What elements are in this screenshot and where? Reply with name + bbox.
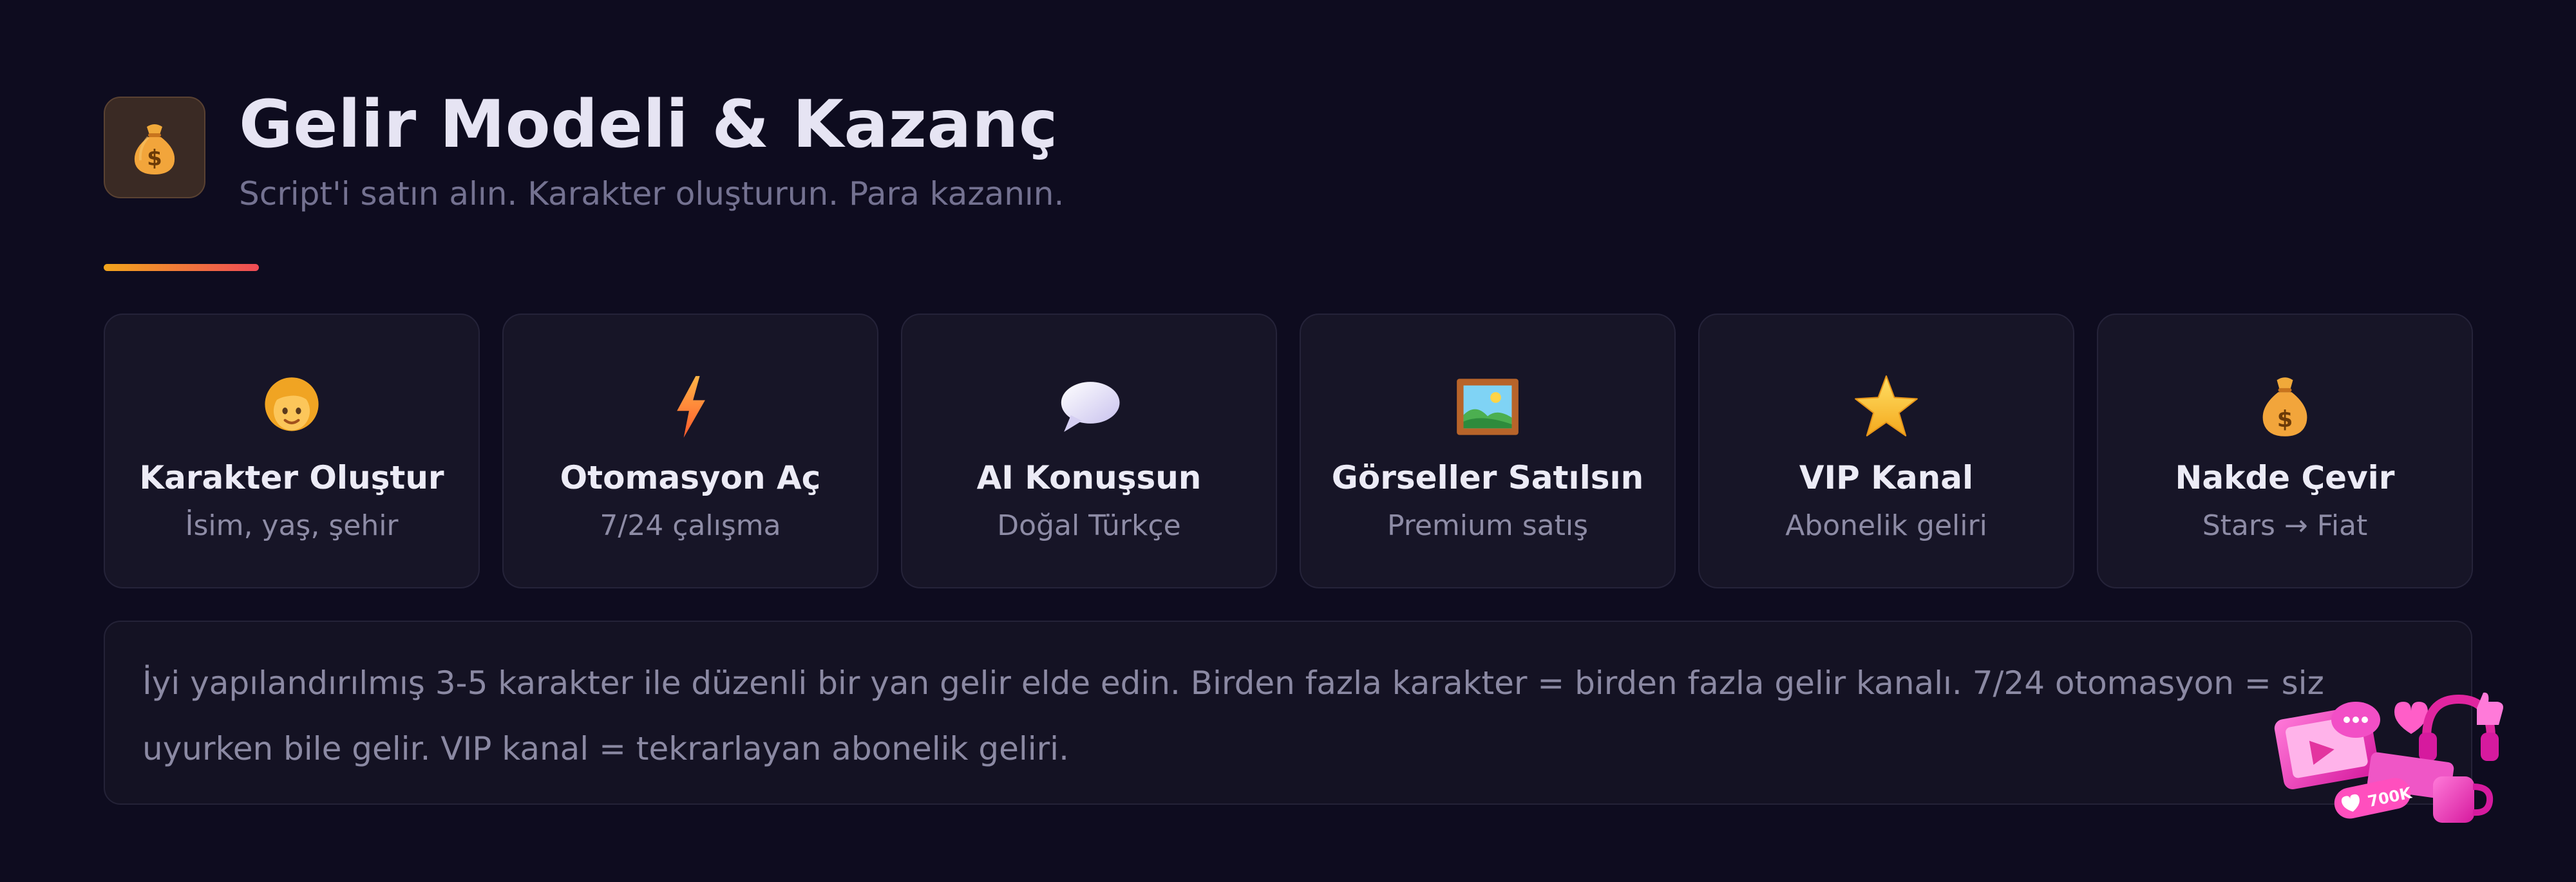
social-media-sticker-icon: 700K <box>2272 686 2510 834</box>
card-gorseller-satilsin: Görseller Satılsın Premium satış <box>1300 314 1676 588</box>
card-subtitle: 7/24 çalışma <box>600 509 781 542</box>
card-title: Otomasyon Aç <box>560 459 821 496</box>
accent-divider <box>104 264 259 271</box>
lightning-icon <box>504 371 877 442</box>
card-subtitle: Stars → Fiat <box>2202 509 2368 542</box>
card-title: AI Konuşsun <box>976 459 1202 496</box>
svg-text:$: $ <box>147 145 162 171</box>
feature-cards: Karakter Oluştur İsim, yaş, şehir Otomas… <box>104 314 2473 588</box>
card-nakde-cevir: $ Nakde Çevir Stars → Fiat <box>2097 314 2473 588</box>
woman-face-icon <box>105 371 478 442</box>
money-bag-icon: $ <box>104 97 205 198</box>
money-bag-icon: $ <box>2098 371 2472 442</box>
card-subtitle: Premium satış <box>1387 509 1589 542</box>
card-vip-kanal: VIP Kanal Abonelik geliri <box>1698 314 2074 588</box>
card-title: Nakde Çevir <box>2175 459 2395 496</box>
card-otomasyon-ac: Otomasyon Aç 7/24 çalışma <box>502 314 878 588</box>
info-note: İyi yapılandırılmış 3-5 karakter ile düz… <box>104 621 2472 805</box>
svg-text:$: $ <box>2277 406 2293 433</box>
card-subtitle: Doğal Türkçe <box>997 509 1181 542</box>
star-icon <box>1700 371 2073 442</box>
card-karakter-olustur: Karakter Oluştur İsim, yaş, şehir <box>104 314 480 588</box>
framed-picture-icon <box>1301 371 1674 442</box>
speech-bubble-icon <box>902 371 1276 442</box>
page-title: Gelir Modeli & Kazanç <box>239 86 1058 163</box>
page-subtitle: Script'i satın alın. Karakter oluşturun.… <box>239 175 1065 212</box>
info-note-text: İyi yapılandırılmış 3-5 karakter ile düz… <box>142 664 2324 767</box>
card-ai-konussun: AI Konuşsun Doğal Türkçe <box>901 314 1277 588</box>
card-title: Görseller Satılsın <box>1331 459 1644 496</box>
card-subtitle: İsim, yaş, şehir <box>185 509 399 542</box>
card-subtitle: Abonelik geliri <box>1785 509 1987 542</box>
card-title: Karakter Oluştur <box>139 459 444 496</box>
card-title: VIP Kanal <box>1799 459 1974 496</box>
